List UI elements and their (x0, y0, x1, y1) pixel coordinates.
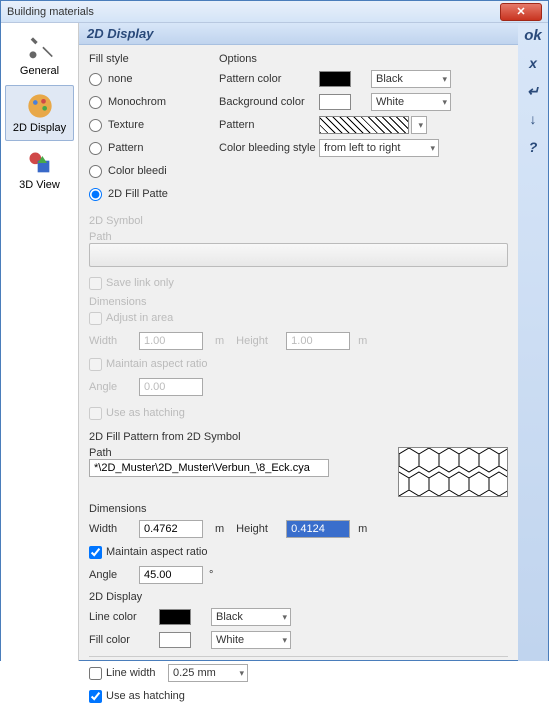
pattern-color-label: Pattern color (219, 73, 319, 85)
line-color-label: Line color (89, 611, 159, 623)
fillpattern-title: 2D Fill Pattern from 2D Symbol (89, 431, 508, 443)
group-2d-symbol: 2D Symbol Path Save link only Dimensions… (89, 215, 508, 423)
close-button[interactable]: ✕ (500, 3, 542, 21)
chk-hatch2[interactable] (89, 690, 102, 703)
bg-color-dropdown[interactable]: White (371, 93, 451, 111)
chk-savelink (89, 277, 102, 290)
aspect-label2: Maintain aspect ratio (106, 546, 208, 558)
radio-monochrom[interactable] (89, 96, 102, 109)
fill-color-swatch[interactable] (159, 632, 191, 648)
aspect-label: Maintain aspect ratio (106, 358, 208, 370)
shapes-3d-icon (26, 149, 54, 177)
radio-label: Monochrom (108, 96, 166, 108)
symbol2d-angle-input (139, 378, 203, 396)
fillpattern-dims-label: Dimensions (89, 503, 508, 515)
chk-adjust (89, 312, 102, 325)
chk-linewidth[interactable] (89, 667, 102, 680)
sidebar-item-general[interactable]: General (5, 29, 74, 83)
width-label: Width (89, 335, 139, 347)
radio-label: Pattern (108, 142, 143, 154)
angle-label: Angle (89, 381, 139, 393)
sidebar-item-label: General (20, 65, 59, 77)
pattern-dropdown[interactable] (411, 116, 427, 134)
line-width-label: Line width (106, 667, 168, 679)
ok-button[interactable]: ok (521, 25, 545, 45)
hatch-label2: Use as hatching (106, 690, 185, 702)
window-title: Building materials (7, 6, 500, 18)
sidebar-item-label: 3D View (19, 179, 60, 191)
line-width-dropdown[interactable]: 0.25 mm (168, 664, 248, 682)
tools-icon (26, 35, 54, 63)
palette-icon (26, 92, 54, 120)
radio-texture[interactable] (89, 119, 102, 132)
symbol2d-dims-label: Dimensions (89, 296, 508, 308)
sidebar: General 2D Display 3D View (1, 23, 79, 661)
chk-aspect2[interactable] (89, 546, 102, 559)
chk-hatch1 (89, 407, 102, 420)
pattern-label: Pattern (219, 119, 319, 131)
symbol2d-path-input (89, 243, 508, 267)
line-color-dropdown[interactable]: Black (211, 608, 291, 626)
bg-color-swatch[interactable] (319, 94, 351, 110)
radio-2dfillpattern[interactable] (89, 188, 102, 201)
symbol2d-height-input (286, 332, 350, 350)
unit-m: m (358, 335, 367, 347)
symbol2d-width-input (139, 332, 203, 350)
unit-m: m (358, 523, 367, 535)
unit-m: m (215, 523, 224, 535)
height-label2: Height (236, 523, 286, 535)
fillpattern-path-input[interactable] (89, 459, 329, 477)
adjust-label: Adjust in area (106, 312, 173, 324)
apply-button[interactable]: ↵ (521, 81, 545, 101)
savelink-label: Save link only (106, 277, 174, 289)
rightbar: ok x ↵ ↓ ? (518, 23, 548, 661)
fillpattern-preview (398, 447, 508, 497)
pattern-color-swatch[interactable] (319, 71, 351, 87)
pattern-preview[interactable] (319, 116, 409, 134)
symbol2d-path-label: Path (89, 231, 508, 243)
bleed-dropdown[interactable]: from left to right (319, 139, 439, 157)
fill-color-dropdown[interactable]: White (211, 631, 291, 649)
radio-pattern[interactable] (89, 142, 102, 155)
group-fill-pattern: 2D Fill Pattern from 2D Symbol Path (89, 431, 508, 706)
sidebar-item-3d-view[interactable]: 3D View (5, 143, 74, 197)
line-color-swatch[interactable] (159, 609, 191, 625)
radio-colorbleed[interactable] (89, 165, 102, 178)
options-title: Options (219, 53, 508, 65)
titlebar: Building materials ✕ (1, 1, 548, 23)
hatch-label: Use as hatching (106, 407, 185, 419)
radio-label: Color bleedi (108, 165, 167, 177)
bg-color-label: Background color (219, 96, 319, 108)
radio-label: 2D Fill Patte (108, 188, 168, 200)
fillpattern-path-label: Path (89, 447, 398, 459)
radio-label: Texture (108, 119, 144, 131)
radio-label: none (108, 73, 132, 85)
fillpattern-width-input[interactable] (139, 520, 203, 538)
sidebar-item-label: 2D Display (13, 122, 66, 134)
chk-aspect1 (89, 358, 102, 371)
down-button[interactable]: ↓ (521, 109, 545, 129)
radio-none[interactable] (89, 73, 102, 86)
pattern-color-dropdown[interactable]: Black (371, 70, 451, 88)
height-label: Height (236, 335, 286, 347)
help-button[interactable]: ? (521, 137, 545, 157)
symbol2d-title: 2D Symbol (89, 215, 508, 227)
fillpattern-height-input[interactable] (286, 520, 350, 538)
page-title: 2D Display (79, 23, 518, 45)
width-label2: Width (89, 523, 139, 535)
fillpattern-angle-input[interactable] (139, 566, 203, 584)
unit-m: m (215, 335, 224, 347)
fill-color-label: Fill color (89, 634, 159, 646)
deg-unit: ° (209, 569, 213, 581)
angle-label2: Angle (89, 569, 139, 581)
cancel-button[interactable]: x (521, 53, 545, 73)
fillstyle-title: Fill style (89, 53, 199, 65)
sidebar-item-2d-display[interactable]: 2D Display (5, 85, 74, 141)
fillpattern-disp-label: 2D Display (89, 591, 508, 603)
bleed-label: Color bleeding style (219, 142, 319, 154)
